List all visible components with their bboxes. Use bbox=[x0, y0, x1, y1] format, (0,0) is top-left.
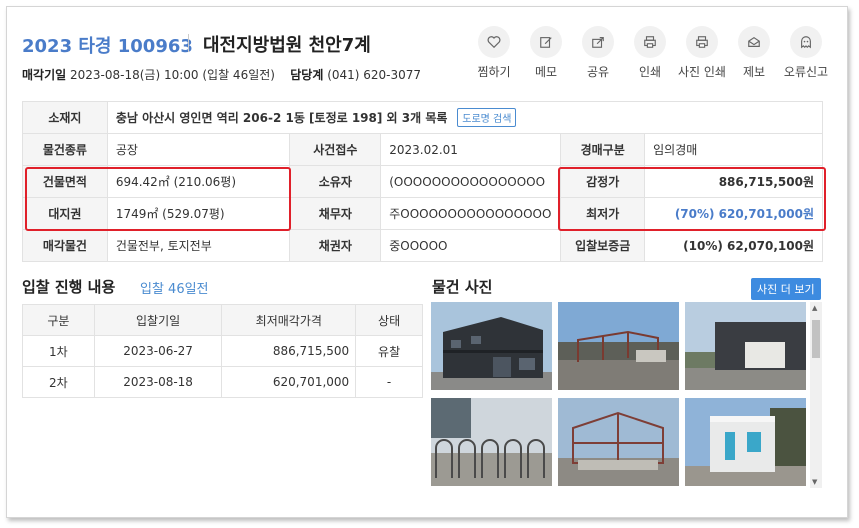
status-cell: 유찰 bbox=[355, 335, 423, 367]
pencil-icon bbox=[530, 26, 562, 58]
scroll-up-icon[interactable]: ▲ bbox=[812, 304, 817, 312]
column-header: 상태 bbox=[355, 304, 423, 336]
print-label: 인쇄 bbox=[638, 65, 662, 79]
table-row: 1차 2023-06-27 886,715,500 유찰 bbox=[22, 335, 423, 367]
received-label: 사건접수 bbox=[289, 133, 382, 166]
date-cell: 2023-06-27 bbox=[93, 335, 223, 367]
property-photo[interactable] bbox=[431, 302, 552, 390]
memo-label: 메모 bbox=[534, 65, 558, 79]
table-row: 2차 2023-08-18 620,701,000 - bbox=[22, 366, 423, 398]
received-value: 2023.02.01 bbox=[380, 133, 562, 166]
error-report-button[interactable]: 오류신고 bbox=[780, 26, 832, 80]
location-label: 소재지 bbox=[22, 101, 108, 134]
sale-date-value: 2023-08-18(금) 10:00 (입찰 46일전) bbox=[70, 68, 275, 82]
column-header: 입찰기일 bbox=[93, 304, 223, 336]
area-highlight-box bbox=[25, 167, 291, 231]
property-photo[interactable] bbox=[558, 398, 679, 486]
owner-label: 소유자 bbox=[289, 165, 382, 198]
memo-button[interactable]: 메모 bbox=[520, 26, 572, 80]
status-cell: - bbox=[355, 366, 423, 398]
heart-icon bbox=[478, 26, 510, 58]
photo-print-label: 사진 인쇄 bbox=[678, 65, 726, 79]
more-photos-button[interactable]: 사진 더 보기 bbox=[751, 278, 821, 300]
road-search-button[interactable]: 도로명 검색 bbox=[457, 108, 517, 127]
table-row: 물건종류 공장 사건접수 2023.02.01 경매구분 임의경매 bbox=[22, 133, 823, 166]
photo-section-title: 물건 사진 bbox=[432, 278, 493, 296]
property-photo[interactable] bbox=[685, 398, 806, 486]
printer-icon bbox=[634, 26, 666, 58]
court-name: 대전지방법원 천안7계 bbox=[203, 35, 371, 56]
contact-label: 담당계 bbox=[290, 68, 324, 82]
title-divider bbox=[188, 34, 189, 52]
date-cell: 2023-08-18 bbox=[93, 366, 223, 398]
case-number: 2023 타경 100963 bbox=[22, 36, 193, 57]
location-cell: 충남 아산시 영인면 역리 206-2 1동 [토정로 198] 외 3개 목록… bbox=[106, 101, 824, 134]
wishlist-label: 찜하기 bbox=[477, 65, 511, 79]
sale-items-value: 건물전부, 토지전부 bbox=[106, 229, 291, 262]
printer-icon bbox=[686, 26, 718, 58]
property-photo[interactable] bbox=[558, 302, 679, 390]
sale-info-line: 매각기일 2023-08-18(금) 10:00 (입찰 46일전) 담당계 (… bbox=[22, 66, 421, 83]
price-cell: 886,715,500 bbox=[221, 335, 357, 367]
location-value: 충남 아산시 영인면 역리 206-2 1동 [토정로 198] 외 3개 목록 bbox=[115, 111, 448, 125]
column-header: 최저매각가격 bbox=[221, 304, 357, 336]
share-icon bbox=[582, 26, 614, 58]
property-photo[interactable] bbox=[685, 302, 806, 390]
bid-section-title: 입찰 진행 내용 bbox=[22, 278, 116, 296]
wishlist-button[interactable]: 찜하기 bbox=[468, 26, 520, 80]
deposit-value: (10%) 62,070,100원 bbox=[644, 229, 823, 262]
error-report-label: 오류신고 bbox=[783, 65, 829, 79]
table-row: 소재지 충남 아산시 영인면 역리 206-2 1동 [토정로 198] 외 3… bbox=[22, 101, 824, 134]
auction-kind-label: 경매구분 bbox=[560, 133, 646, 166]
contact-value: (041) 620-3077 bbox=[327, 68, 422, 82]
print-button[interactable]: 인쇄 bbox=[624, 26, 676, 80]
envelope-icon bbox=[738, 26, 770, 58]
round-cell: 1차 bbox=[22, 335, 95, 367]
ghost-icon bbox=[790, 26, 822, 58]
share-button[interactable]: 공유 bbox=[572, 26, 624, 80]
action-toolbar: 찜하기 메모 공유 인쇄 사진 인쇄 제보 오류신고 bbox=[468, 26, 832, 80]
table-row: 매각물건 건물전부, 토지전부 채권자 중OOOOO 입찰보증금 (10%) 6… bbox=[22, 229, 823, 262]
photo-print-button[interactable]: 사진 인쇄 bbox=[676, 26, 728, 80]
bid-days-left: 입찰 46일전 bbox=[140, 282, 209, 297]
deposit-label: 입찰보증금 bbox=[560, 229, 646, 262]
column-header: 구분 bbox=[22, 304, 95, 336]
owner-value: (OOOOOOOOOOOOOOOO bbox=[380, 165, 562, 198]
creditor-label: 채권자 bbox=[289, 229, 382, 262]
scrollbar-thumb[interactable] bbox=[812, 320, 820, 358]
table-header-row: 구분 입찰기일 최저매각가격 상태 bbox=[22, 304, 423, 336]
bid-history-table: 구분 입찰기일 최저매각가격 상태 1차 2023-06-27 886,715,… bbox=[22, 304, 423, 398]
report-label: 제보 bbox=[742, 65, 766, 79]
price-highlight-box bbox=[558, 167, 826, 231]
sale-date-label: 매각기일 bbox=[22, 68, 67, 82]
share-label: 공유 bbox=[586, 65, 610, 79]
report-button[interactable]: 제보 bbox=[728, 26, 780, 80]
creditor-value: 중OOOOO bbox=[380, 229, 562, 262]
sale-items-label: 매각물건 bbox=[22, 229, 108, 262]
price-cell: 620,701,000 bbox=[221, 366, 357, 398]
debtor-label: 채무자 bbox=[289, 197, 382, 230]
scroll-down-icon[interactable]: ▼ bbox=[812, 478, 817, 486]
type-label: 물건종류 bbox=[22, 133, 108, 166]
photo-scrollbar[interactable]: ▲ ▼ bbox=[810, 302, 822, 488]
type-value: 공장 bbox=[106, 133, 291, 166]
auction-kind-value: 임의경매 bbox=[644, 133, 823, 166]
round-cell: 2차 bbox=[22, 366, 95, 398]
debtor-value: 주OOOOOOOOOOOOOOOO bbox=[380, 197, 562, 230]
property-photo[interactable] bbox=[431, 398, 552, 486]
